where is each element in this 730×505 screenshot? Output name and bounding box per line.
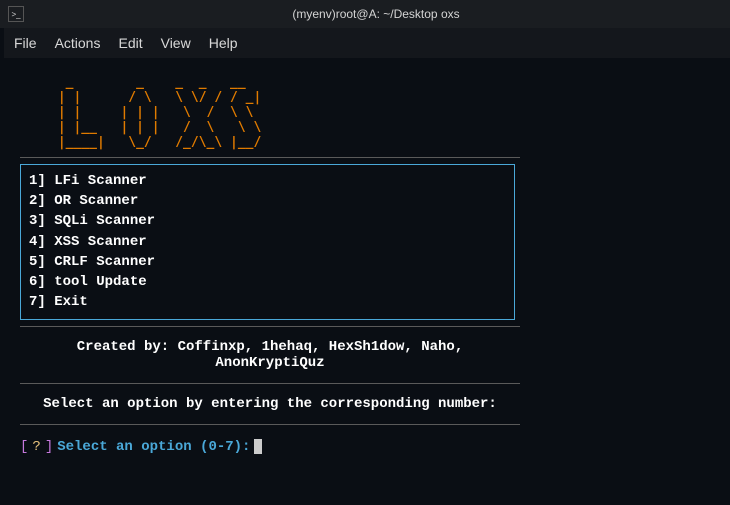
menu-view[interactable]: View xyxy=(161,35,191,51)
menu-edit[interactable]: Edit xyxy=(118,35,142,51)
divider xyxy=(20,383,520,384)
prompt-left-bracket: [ xyxy=(20,439,28,455)
window-title: (myenv)root@A: ~/Desktop oxs xyxy=(30,7,722,21)
menu-option-1: 1] LFi Scanner xyxy=(29,171,506,191)
divider xyxy=(20,424,520,425)
prompt-question-mark: ? xyxy=(32,439,40,455)
terminal-icon: >_ xyxy=(8,6,24,22)
text-cursor xyxy=(254,439,262,454)
select-instruction: Select an option by entering the corresp… xyxy=(20,390,520,418)
menu-option-2: 2] OR Scanner xyxy=(29,191,506,211)
menu-option-4: 4] XSS Scanner xyxy=(29,232,506,252)
divider xyxy=(20,157,520,158)
menu-option-6: 6] tool Update xyxy=(29,272,506,292)
prompt-text: Select an option (0-7): xyxy=(57,439,250,455)
divider xyxy=(20,326,520,327)
menu-actions[interactable]: Actions xyxy=(55,35,101,51)
created-by-line: Created by: Coffinxp, 1hehaq, HexSh1dow,… xyxy=(20,333,520,377)
menu-option-3: 3] SQLi Scanner xyxy=(29,211,506,231)
menubar: File Actions Edit View Help xyxy=(0,28,730,58)
input-prompt[interactable]: [?] Select an option (0-7): xyxy=(20,439,714,455)
ascii-logo: _ _ _ _ __ | | / \ \ \/ / / _| | | | | |… xyxy=(50,76,714,151)
menu-help[interactable]: Help xyxy=(209,35,238,51)
prompt-right-bracket: ] xyxy=(45,439,53,455)
menu-option-7: 7] Exit xyxy=(29,292,506,312)
menu-file[interactable]: File xyxy=(14,35,37,51)
terminal-body[interactable]: _ _ _ _ __ | | / \ \ \/ / / _| | | | | |… xyxy=(0,58,730,455)
window-titlebar: >_ (myenv)root@A: ~/Desktop oxs xyxy=(0,0,730,28)
option-menu-box: 1] LFi Scanner 2] OR Scanner 3] SQLi Sca… xyxy=(20,164,515,320)
menu-option-5: 5] CRLF Scanner xyxy=(29,252,506,272)
